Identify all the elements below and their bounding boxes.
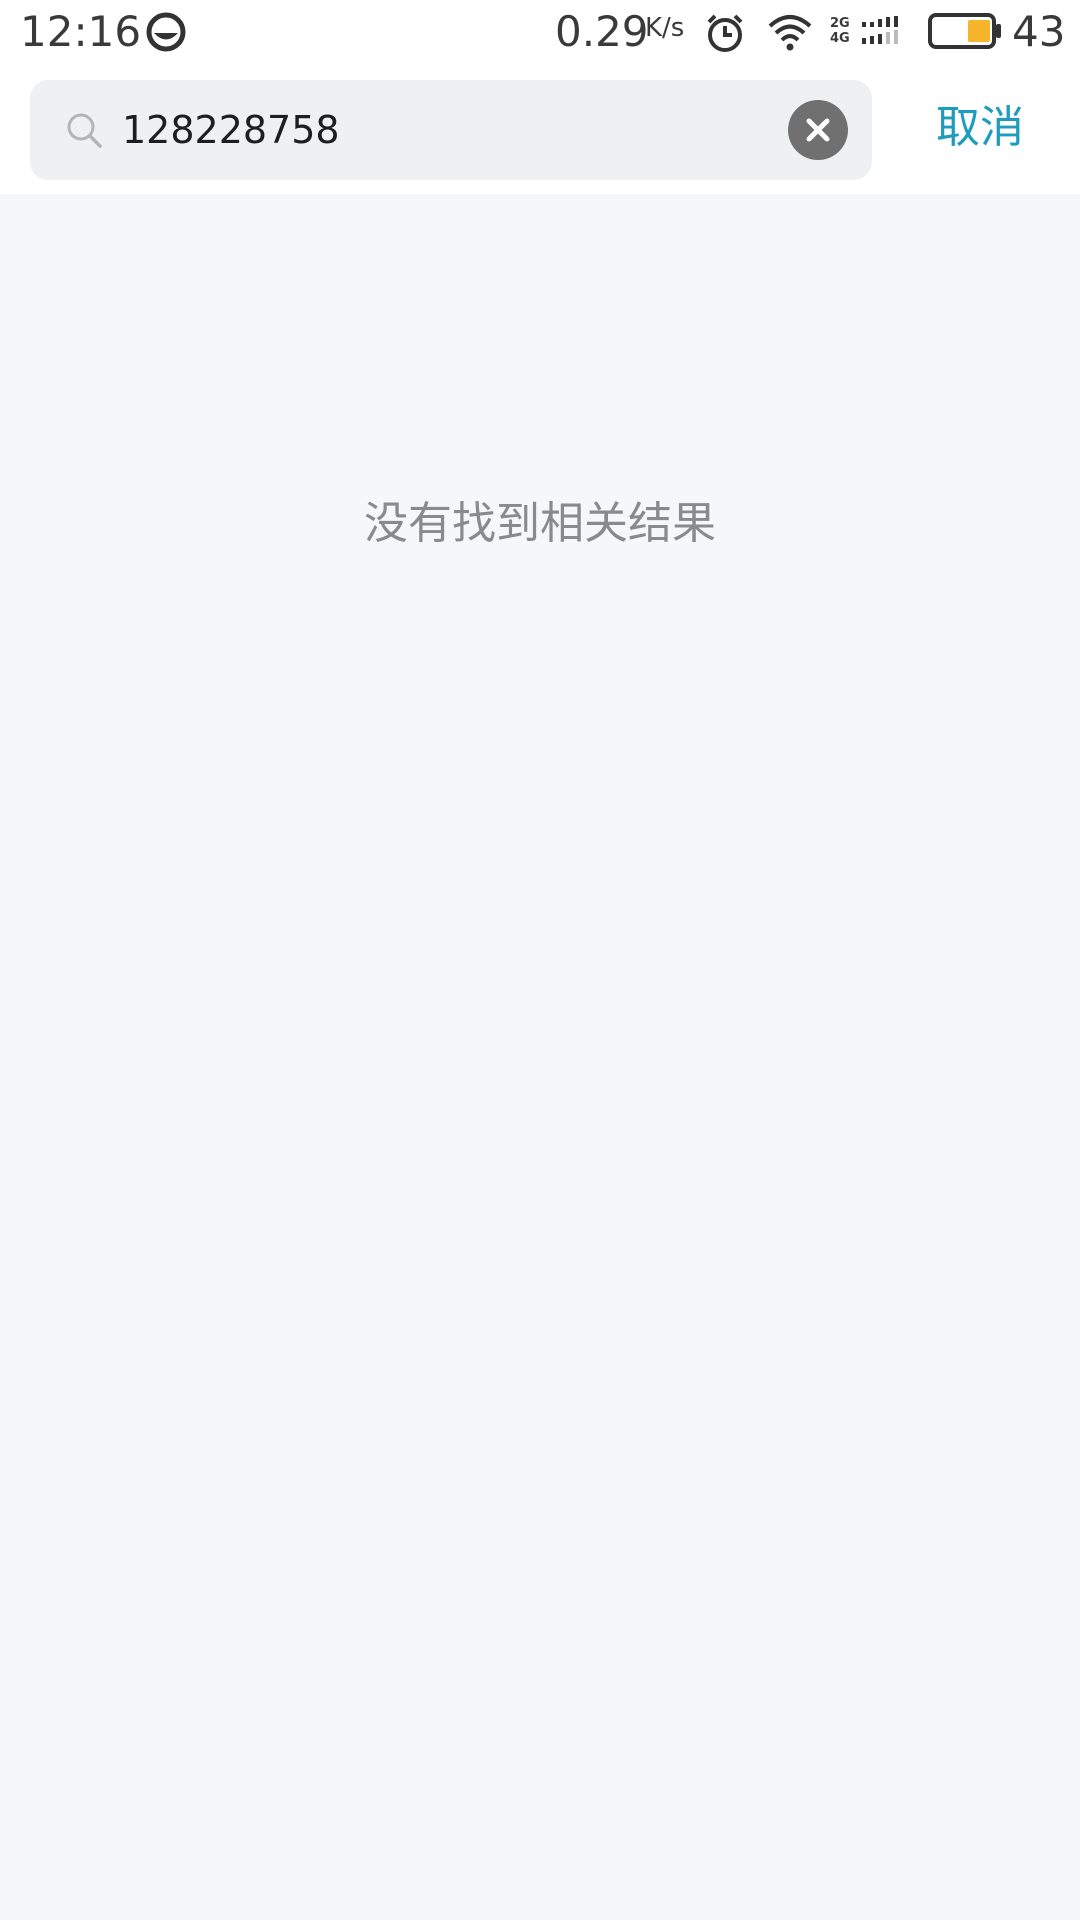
notification-app-icon (146, 12, 186, 52)
network-type-label: 2G 4G (830, 16, 850, 46)
search-box[interactable] (30, 80, 872, 180)
search-results-area: 没有找到相关结果 (0, 194, 1080, 1920)
signal-strength-icon (860, 16, 908, 50)
status-time: 12:16 (20, 7, 142, 56)
status-bar: 12:16 0.29 K/s 2G 4G 43 (0, 0, 1080, 64)
clear-search-button[interactable] (788, 100, 848, 160)
search-icon (64, 110, 104, 150)
alarm-icon (704, 12, 746, 54)
wifi-icon (766, 12, 814, 52)
search-input[interactable] (122, 100, 802, 160)
network-speed-value: 0.29 (555, 7, 649, 56)
battery-icon (928, 13, 1002, 49)
no-results-message: 没有找到相关结果 (364, 498, 716, 549)
cancel-button[interactable]: 取消 (920, 98, 1040, 158)
battery-percent: 43 (1012, 7, 1066, 56)
close-icon (806, 118, 830, 142)
search-header: 取消 (0, 64, 1080, 194)
network-speed-unit: K/s (645, 13, 685, 43)
